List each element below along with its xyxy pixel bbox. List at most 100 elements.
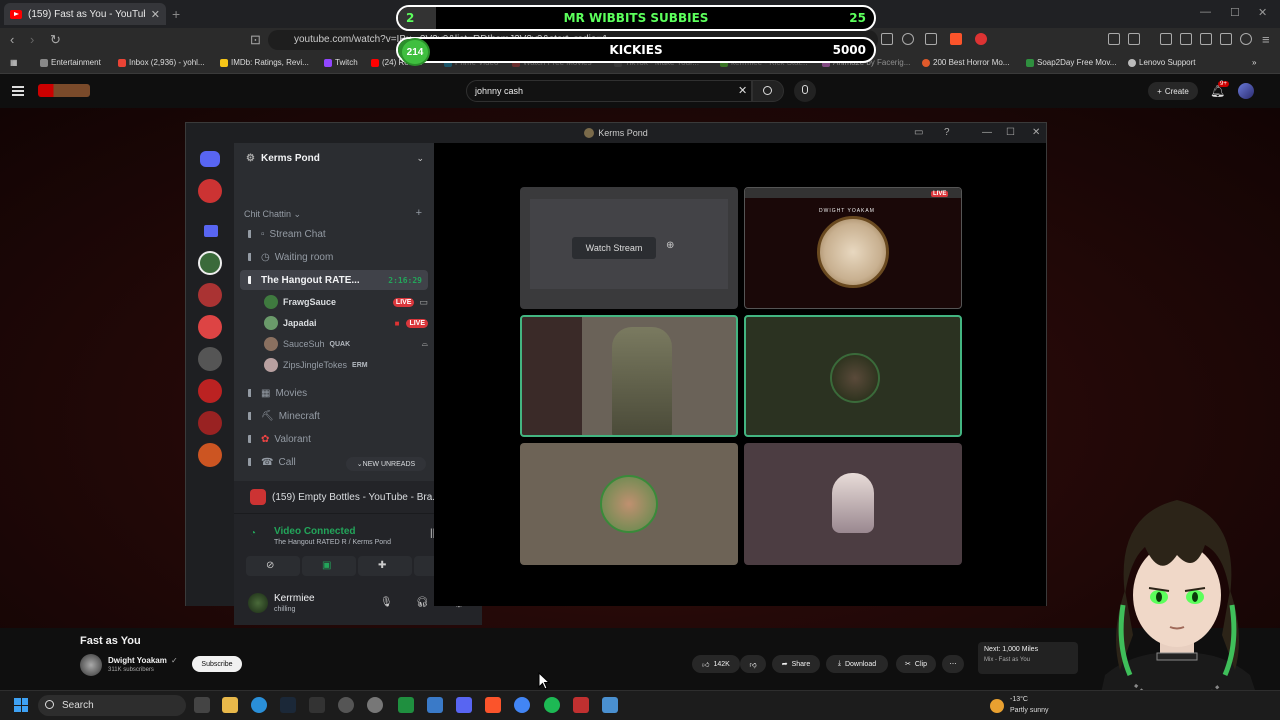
avatar[interactable] xyxy=(248,593,268,613)
taskbar-search[interactable]: Search xyxy=(38,695,186,716)
avatar-tile-kerrmiee[interactable] xyxy=(744,315,962,437)
youtube-logo[interactable] xyxy=(38,84,90,97)
voice-member[interactable]: Japadai ■ LIVE xyxy=(264,314,428,332)
bookmark-1[interactable]: Inbox (2,936) - yohl... xyxy=(118,58,205,67)
clear-search-icon[interactable]: ✕ xyxy=(738,84,747,97)
wallet-icon[interactable] xyxy=(1128,33,1140,45)
bookmark-11[interactable]: Soap2Day Free Mov... xyxy=(1026,58,1116,67)
bookmark-2[interactable]: IMDb: Ratings, Revi... xyxy=(220,58,309,67)
brave-icon[interactable] xyxy=(485,697,501,713)
bookmark-3[interactable]: Twitch xyxy=(324,58,358,67)
maximize-icon[interactable]: ☐ xyxy=(1006,127,1015,138)
screen-share-button[interactable]: ▣ xyxy=(302,556,356,576)
bookmark-12[interactable]: Lenovo Support xyxy=(1128,58,1196,67)
category-header[interactable]: Chit Chattin ⌄ xyxy=(244,209,301,220)
server-button[interactable] xyxy=(198,443,222,467)
forward-icon[interactable]: › xyxy=(30,32,34,47)
close-icon[interactable]: ✕ xyxy=(1032,127,1040,138)
mic-icon[interactable]: 🎙︎ xyxy=(380,597,393,608)
folder-icon[interactable] xyxy=(204,225,218,237)
stream-tile-live[interactable]: LIVE DWIGHT YOAKAM xyxy=(744,187,962,309)
bookmark-10[interactable]: 200 Best Horror Mo... xyxy=(922,58,1009,67)
new-unreads-button[interactable]: ⌄ NEW UNREADS xyxy=(346,457,426,471)
like-button[interactable]: 👍︎ 142K xyxy=(692,655,740,673)
channel-waiting-room[interactable]: ◷ Waiting room xyxy=(240,247,428,267)
channel-the-hangout[interactable]: The Hangout RATE... 2:16:29 xyxy=(240,270,428,290)
apps-icon[interactable]: ▦ xyxy=(10,58,18,67)
zoom-icon[interactable] xyxy=(902,33,914,45)
mic-button[interactable] xyxy=(794,80,816,102)
spotify-icon[interactable] xyxy=(544,697,560,713)
music-icon[interactable] xyxy=(1160,33,1172,45)
download-button[interactable]: ⤓ Download xyxy=(826,655,888,673)
reload-icon[interactable]: ↻ xyxy=(50,32,61,48)
user-name[interactable]: Kerrmiee xyxy=(274,593,315,604)
search-input[interactable]: johnny cash xyxy=(466,80,752,102)
server-header[interactable]: ⚙ Kerms Pond xyxy=(246,153,320,164)
subscribe-button[interactable]: Subscribe xyxy=(192,656,242,672)
back-icon[interactable]: ‹ xyxy=(10,32,14,47)
photos-icon[interactable] xyxy=(602,697,618,713)
extensions-icon[interactable] xyxy=(1108,33,1120,45)
chrome-icon[interactable] xyxy=(514,697,530,713)
server-button[interactable] xyxy=(198,347,222,371)
next-video-card[interactable]: Next: 1,000 Miles Mix - Fast as You xyxy=(978,642,1078,674)
weather-widget[interactable]: -13°C Partly sunny xyxy=(1010,694,1049,716)
server-button[interactable] xyxy=(198,315,222,339)
file-explorer-icon[interactable] xyxy=(222,697,238,713)
more-actions-button[interactable]: ⋯ xyxy=(942,655,964,673)
close-icon[interactable]: ✕ xyxy=(151,8,160,21)
maximize-icon[interactable]: ☐ xyxy=(1230,6,1240,19)
watch-stream-button[interactable]: Watch Stream xyxy=(572,237,656,259)
server-button[interactable] xyxy=(198,283,222,307)
app-icon[interactable] xyxy=(367,697,383,713)
headphones-icon[interactable]: 🎧︎ xyxy=(416,597,429,608)
epic-games-icon[interactable] xyxy=(309,697,325,713)
brave-shields-icon[interactable] xyxy=(950,33,962,45)
xbox-icon[interactable] xyxy=(398,697,414,713)
new-tab-icon[interactable]: + xyxy=(172,6,180,22)
stream-tile-watch[interactable]: Watch Stream ⊕ xyxy=(520,187,738,309)
inbox-icon[interactable]: ▭ xyxy=(914,127,923,138)
pip-icon[interactable] xyxy=(881,33,893,45)
help-icon[interactable]: ? xyxy=(944,127,950,138)
sidebar-icon[interactable] xyxy=(1180,33,1192,45)
steam-icon[interactable] xyxy=(280,697,296,713)
hamburger-icon[interactable] xyxy=(12,86,24,96)
minimize-icon[interactable]: — xyxy=(982,127,992,138)
windows-start-icon[interactable] xyxy=(14,698,28,712)
channel-avatar[interactable] xyxy=(80,654,102,676)
server-button[interactable] xyxy=(198,179,222,203)
channel-movies[interactable]: ▦ Movies xyxy=(240,383,428,403)
vpn-icon[interactable] xyxy=(1240,33,1252,45)
search-button[interactable] xyxy=(752,80,784,102)
obs-icon[interactable] xyxy=(338,697,354,713)
voice-member[interactable]: ZipsJingleTokes ERM xyxy=(264,356,428,374)
animaze-icon[interactable] xyxy=(573,697,589,713)
channel-minecraft[interactable]: ⛏ Minecraft xyxy=(240,406,428,426)
camera-tile-japadai[interactable] xyxy=(520,315,738,437)
channel-valorant[interactable]: ✿ Valorant xyxy=(240,429,428,449)
avatar-tile-zipsjingletokes[interactable] xyxy=(744,443,962,565)
voice-channel-label[interactable]: The Hangout RATED R / Kerms Pond xyxy=(274,539,391,546)
avatar-tile-saucesuh[interactable] xyxy=(520,443,738,565)
popout-icon[interactable]: ⊕ xyxy=(666,240,674,251)
add-channel-icon[interactable]: + xyxy=(416,207,422,219)
activities-button[interactable]: ✚ xyxy=(358,556,412,576)
menu-icon[interactable]: ≡ xyxy=(1262,32,1270,47)
more-bookmarks-icon[interactable]: » xyxy=(1252,58,1256,67)
notepad-icon[interactable] xyxy=(427,697,443,713)
create-button[interactable]: + Create xyxy=(1148,82,1198,100)
channel-name[interactable]: Dwight Yoakam xyxy=(108,656,167,665)
share-button[interactable]: ➦ Share xyxy=(772,655,820,673)
clip-button[interactable]: ✂ Clip xyxy=(896,655,936,673)
avatar[interactable] xyxy=(1238,83,1254,99)
dislike-button[interactable]: 👎︎ xyxy=(740,655,766,673)
chevron-down-icon[interactable]: ⌄ xyxy=(416,153,424,164)
voice-member[interactable]: SauceSuh QUAK ⌓ xyxy=(264,335,428,353)
close-window-icon[interactable]: ✕ xyxy=(1258,6,1267,19)
discord-home-icon[interactable] xyxy=(200,151,220,167)
task-view-icon[interactable] xyxy=(194,697,210,713)
share-page-icon[interactable] xyxy=(925,33,937,45)
server-button[interactable] xyxy=(198,411,222,435)
